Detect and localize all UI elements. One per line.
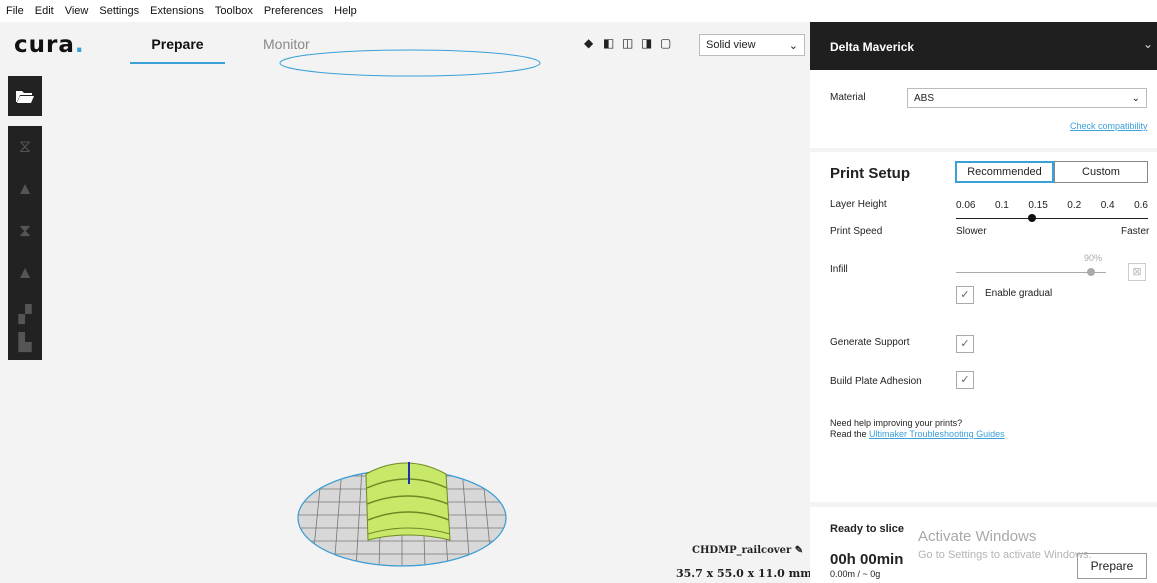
printer-selector[interactable]: Delta Maverick ⌄: [810, 22, 1157, 70]
faster-label: Faster: [1121, 226, 1150, 237]
material-value: ABS: [914, 92, 935, 104]
build-plate: [297, 462, 507, 567]
material-panel: Material ABS ⌄ Check compatibility: [810, 70, 1157, 148]
view-front-icon[interactable]: ◧: [603, 37, 616, 50]
infill-slider[interactable]: [956, 272, 1106, 273]
menu-preferences[interactable]: Preferences: [264, 5, 323, 17]
view-left-icon[interactable]: ◨: [641, 37, 654, 50]
generate-support-label: Generate Support: [830, 337, 910, 348]
move-tool-icon[interactable]: ⧖: [16, 136, 34, 158]
menu-file[interactable]: File: [6, 5, 24, 17]
layer-height-option[interactable]: 0.15: [1028, 200, 1047, 211]
material-usage: 0.00m / ~ 0g: [830, 569, 881, 579]
chevron-down-icon: ⌄: [788, 39, 798, 52]
pencil-icon[interactable]: ✎: [795, 545, 803, 556]
material-select[interactable]: ABS ⌄: [907, 88, 1147, 108]
print-setup-panel: Print Setup Recommended Custom Layer Hei…: [810, 152, 1157, 502]
layer-height-label: Layer Height: [830, 199, 887, 210]
check-compatibility-link[interactable]: Check compatibility: [1070, 121, 1148, 131]
infill-options-icon[interactable]: ⊠: [1128, 263, 1146, 281]
recommended-tab[interactable]: Recommended: [955, 161, 1054, 183]
help-text-line2: Read the Ultimaker Troubleshooting Guide…: [830, 429, 1005, 439]
mirror-tool-icon[interactable]: ▲: [16, 262, 34, 284]
print-speed-handle[interactable]: [1028, 214, 1036, 222]
annotation-ellipse: [279, 49, 541, 77]
view-mode-value: Solid view: [706, 39, 756, 51]
model-railcover[interactable]: [365, 462, 451, 541]
build-plate-adhesion-label: Build Plate Adhesion: [830, 376, 922, 387]
menu-extensions[interactable]: Extensions: [150, 5, 204, 17]
chevron-down-icon: ⌄: [1142, 37, 1153, 51]
infill-percent: 90%: [1084, 253, 1103, 263]
folder-open-icon: [16, 91, 34, 103]
slice-panel: Ready to slice 00h 00min 0.00m / ~ 0g Pr…: [810, 507, 1157, 583]
tab-prepare[interactable]: Prepare: [130, 36, 225, 52]
menu-edit[interactable]: Edit: [35, 5, 54, 17]
infill-label: Infill: [830, 264, 848, 275]
view-3d-icon[interactable]: ◆: [584, 37, 597, 50]
menu-toolbox[interactable]: Toolbox: [215, 5, 253, 17]
layer-height-options: 0.06 0.1 0.15 0.2 0.4 0.6: [956, 200, 1148, 211]
open-file-button[interactable]: [8, 76, 42, 116]
print-time: 00h 00min: [830, 551, 904, 568]
troubleshooting-link[interactable]: Ultimaker Troubleshooting Guides: [869, 429, 1005, 439]
menu-help[interactable]: Help: [334, 5, 357, 17]
view-right-icon[interactable]: ▢: [660, 37, 673, 50]
infill-handle[interactable]: [1087, 268, 1095, 276]
activation-watermark-title: Activate Windows: [918, 528, 1037, 545]
cura-logo: cura.: [14, 32, 85, 58]
camera-view-buttons: ◆ ◧ ◫ ◨ ▢: [584, 37, 673, 50]
view-mode-select[interactable]: Solid view ⌄: [699, 34, 805, 56]
activation-watermark-text: Go to Settings to activate Windows.: [918, 549, 1092, 561]
rotate-tool-icon[interactable]: ⧗: [16, 220, 34, 242]
layer-height-option[interactable]: 0.06: [956, 200, 975, 211]
tool-sidebar: ⧖ ▲ ⧗ ▲ ▞ ▙: [8, 126, 42, 360]
build-plate-adhesion-checkbox[interactable]: ✓: [956, 371, 974, 389]
menu-bar: File Edit View Settings Extensions Toolb…: [0, 0, 1157, 22]
layer-height-option[interactable]: 0.4: [1101, 200, 1115, 211]
layer-height-option[interactable]: 0.1: [995, 200, 1009, 211]
scale-tool-icon[interactable]: ▲: [16, 178, 34, 200]
menu-view[interactable]: View: [65, 5, 89, 17]
slower-label: Slower: [956, 226, 987, 237]
view-top-icon[interactable]: ◫: [622, 37, 635, 50]
print-setup-title: Print Setup: [830, 165, 911, 182]
help-text-line1: Need help improving your prints?: [830, 418, 963, 428]
generate-support-checkbox[interactable]: ✓: [956, 335, 974, 353]
layer-height-option[interactable]: 0.2: [1067, 200, 1081, 211]
per-model-settings-icon[interactable]: ▞: [16, 304, 34, 326]
active-tab-indicator: [130, 62, 225, 64]
chevron-down-icon: ⌄: [1131, 92, 1140, 104]
cura-window: File Edit View Settings Extensions Toolb…: [0, 0, 1157, 583]
ready-to-slice-label: Ready to slice: [830, 523, 904, 535]
model-dimensions: 35.7 x 55.0 x 11.0 mm: [676, 567, 812, 580]
custom-tab[interactable]: Custom: [1054, 161, 1148, 183]
enable-gradual-checkbox[interactable]: ✓: [956, 286, 974, 304]
printer-name: Delta Maverick: [830, 40, 915, 54]
material-label: Material: [830, 92, 866, 103]
enable-gradual-label: Enable gradual: [985, 288, 1053, 299]
print-speed-label: Print Speed: [830, 226, 883, 237]
layer-height-option[interactable]: 0.6: [1134, 200, 1148, 211]
menu-settings[interactable]: Settings: [99, 5, 139, 17]
support-blocker-icon[interactable]: ▙: [16, 332, 34, 354]
print-speed-slider[interactable]: [956, 218, 1148, 219]
model-name: CHDMP_railcover ✎: [692, 545, 804, 556]
